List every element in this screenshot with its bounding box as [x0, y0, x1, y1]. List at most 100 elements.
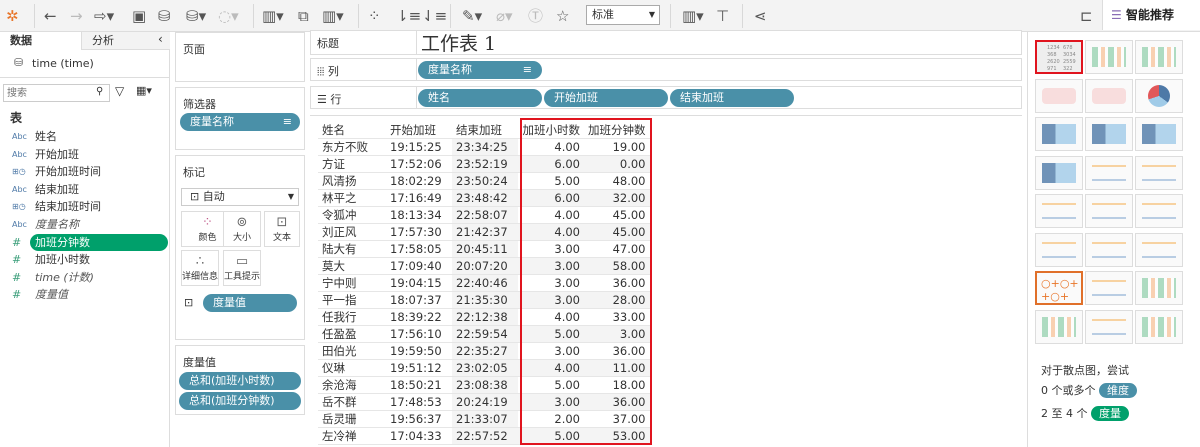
attach-icon[interactable]: ⌀▾ — [496, 6, 513, 26]
line-continuous-thumbnail-icon[interactable] — [1035, 194, 1083, 228]
field-item[interactable]: Abc 度量名称 — [0, 216, 170, 233]
share-icon[interactable]: ⋖ — [754, 6, 767, 26]
datasource-icon: ⛁ — [14, 56, 24, 69]
show-me-button[interactable]: ☰ 智能推荐 — [1102, 0, 1200, 30]
symbol-map-thumbnail-icon[interactable] — [1035, 78, 1083, 113]
rows-pill-start[interactable]: 开始加班 — [544, 89, 668, 107]
fit-select[interactable]: 标准 ▼ — [586, 5, 660, 25]
replay-icon[interactable]: ⇨▾ — [94, 6, 114, 26]
datasource-name[interactable]: time (time) — [32, 57, 94, 70]
cell-name: 岳灵珊 — [318, 410, 386, 429]
field-item[interactable]: ⊞◷ 开始加班时间 — [0, 163, 170, 180]
sheet-title[interactable]: 工作表 1 — [421, 29, 496, 56]
pause-update-icon[interactable]: ⛁▾ — [186, 6, 206, 26]
duplicate-sheet-icon[interactable]: ⧉ — [298, 6, 309, 26]
columns-icon: ⦙⦙⦙ — [317, 65, 325, 78]
treemap-thumbnail-icon[interactable] — [1035, 155, 1083, 190]
tableau-logo-icon[interactable]: ✲ — [6, 6, 19, 26]
pie-chart-thumbnail-icon[interactable] — [1135, 78, 1183, 113]
filled-map-thumbnail-icon[interactable] — [1085, 78, 1133, 113]
new-worksheet-icon[interactable]: ▥▾ — [262, 6, 284, 26]
marks-pill-measure-values[interactable]: 度量值 — [203, 294, 297, 312]
table-label: 表 — [10, 111, 23, 125]
field-item[interactable]: # 加班分钟数 — [0, 233, 170, 251]
columns-shelf[interactable]: ⦙⦙⦙ 列 度量名称 ≡ — [310, 58, 1022, 81]
measure-pill-minutes[interactable]: 总和(加班分钟数) — [179, 392, 301, 410]
tooltip-button[interactable]: ▭ 工具提示 — [223, 250, 261, 286]
histogram-thumbnail-icon[interactable] — [1085, 271, 1133, 305]
field-item[interactable]: Abc 结束加班 — [0, 181, 170, 198]
side-by-side-bars-thumbnail-icon[interactable] — [1135, 117, 1183, 151]
text-table-thumbnail-icon[interactable]: 1234 678368 30342620 2559971 322 — [1035, 40, 1083, 74]
bullet-graph-thumbnail-icon[interactable] — [1085, 309, 1133, 344]
cell-start: 18:13:34 — [386, 206, 452, 225]
string-type-icon: Abc — [12, 132, 27, 141]
redo-icon[interactable]: → — [70, 6, 83, 26]
field-item[interactable]: Abc 姓名 — [0, 128, 170, 145]
packed-bubbles-thumbnail-icon[interactable] — [1135, 309, 1183, 344]
cell-end: 22:12:38 — [452, 308, 518, 327]
presentation-icon[interactable]: ⊤ — [716, 6, 729, 26]
highlight-icon[interactable]: ✎▾ — [462, 6, 482, 26]
filter-pill-measure-names[interactable]: 度量名称 ≡ — [180, 113, 300, 131]
area-discrete-thumbnail-icon[interactable] — [1085, 232, 1133, 267]
field-item[interactable]: Abc 开始加班 — [0, 146, 170, 163]
horizontal-bars-thumbnail-icon[interactable] — [1035, 117, 1083, 151]
area-continuous-thumbnail-icon[interactable] — [1035, 232, 1083, 267]
header-end[interactable]: 结束加班 — [452, 122, 518, 140]
line-discrete-thumbnail-icon[interactable] — [1085, 194, 1133, 228]
scatter-plot-thumbnail-icon[interactable]: ○+○+ +○+ — [1035, 271, 1083, 305]
gantt-thumbnail-icon[interactable] — [1035, 309, 1083, 344]
view-options-icon[interactable]: ▦▾ — [136, 84, 152, 97]
field-item[interactable]: # 度量值 — [0, 286, 170, 303]
field-item[interactable]: # 加班小时数 — [0, 251, 170, 268]
rows-shelf[interactable]: ☰ 行 姓名 开始加班 结束加班 — [310, 86, 1022, 109]
dual-lines-thumbnail-icon[interactable] — [1135, 194, 1183, 228]
filter-icon[interactable]: ▽ — [115, 84, 124, 98]
marks-card: 标记 ⊡ 自动 ▼ ⁘ 颜色 ⊚ 大小 ⊡ 文本 ∴ 详细信息 ▭ 工具提示 ⊡ 度量值 — [175, 155, 305, 340]
show-cards-icon[interactable]: ▥▾ — [682, 6, 704, 26]
save-icon[interactable]: ▣ — [132, 6, 146, 26]
tab-data[interactable]: 数据 — [0, 32, 82, 50]
pin-icon[interactable]: ☆ — [556, 6, 569, 26]
refresh-icon[interactable]: ◌▾ — [218, 6, 239, 26]
rows-pill-end[interactable]: 结束加班 — [670, 89, 794, 107]
measure-type-icon: # — [12, 270, 22, 284]
filters-card[interactable]: 筛选器 度量名称 ≡ — [175, 87, 305, 150]
sort-desc-icon[interactable]: ⇃≡ — [422, 6, 447, 26]
tab-analysis[interactable]: 分析 — [82, 32, 170, 50]
search-input[interactable] — [3, 84, 110, 102]
side-by-side-circles-thumbnail-icon[interactable] — [1135, 155, 1183, 190]
swap-icon[interactable]: ⁘ — [368, 6, 381, 26]
new-datasource-icon[interactable]: ⛁ — [158, 6, 171, 26]
header-start[interactable]: 开始加班 — [386, 122, 452, 140]
text-button[interactable]: ⊡ 文本 — [264, 211, 300, 247]
tooltip-icon[interactable]: ⊏ — [1080, 6, 1093, 26]
highlight-table-thumbnail-icon[interactable] — [1135, 40, 1183, 74]
measure-pill-hours[interactable]: 总和(加班小时数) — [179, 372, 301, 390]
box-whisker-thumbnail-icon[interactable] — [1135, 271, 1183, 305]
clear-sheet-icon[interactable]: ▥▾ — [322, 6, 344, 26]
circle-view-thumbnail-icon[interactable] — [1085, 155, 1133, 190]
mark-type-select[interactable]: ⊡ 自动 ▼ — [181, 188, 299, 206]
field-label: 结束加班时间 — [35, 200, 101, 214]
field-item[interactable]: ⊞◷ 结束加班时间 — [0, 198, 170, 215]
size-button[interactable]: ⊚ 大小 — [223, 211, 261, 247]
detail-button[interactable]: ∴ 详细信息 — [181, 250, 219, 286]
cell-start: 19:51:12 — [386, 359, 452, 378]
stacked-bars-thumbnail-icon[interactable] — [1085, 117, 1133, 151]
collapse-icon[interactable]: ‹ — [158, 32, 163, 46]
header-name[interactable]: 姓名 — [318, 122, 386, 140]
heat-map-thumbnail-icon[interactable] — [1085, 40, 1133, 74]
rows-pill-name[interactable]: 姓名 — [418, 89, 542, 107]
sort-asc-icon[interactable]: ⇂≡ — [396, 6, 421, 26]
undo-icon[interactable]: ← — [44, 6, 57, 26]
pages-card[interactable]: 页面 — [175, 32, 305, 82]
field-item[interactable]: # time (计数) — [0, 269, 170, 286]
cell-name: 任盈盈 — [318, 325, 386, 344]
columns-pill-measure-names[interactable]: 度量名称 ≡ — [418, 61, 542, 79]
chevron-down-icon: ▼ — [287, 192, 294, 201]
label-icon[interactable]: Ⓣ — [528, 6, 543, 26]
detail-icon: ∴ — [195, 254, 205, 269]
dual-combination-thumbnail-icon[interactable] — [1135, 232, 1183, 267]
